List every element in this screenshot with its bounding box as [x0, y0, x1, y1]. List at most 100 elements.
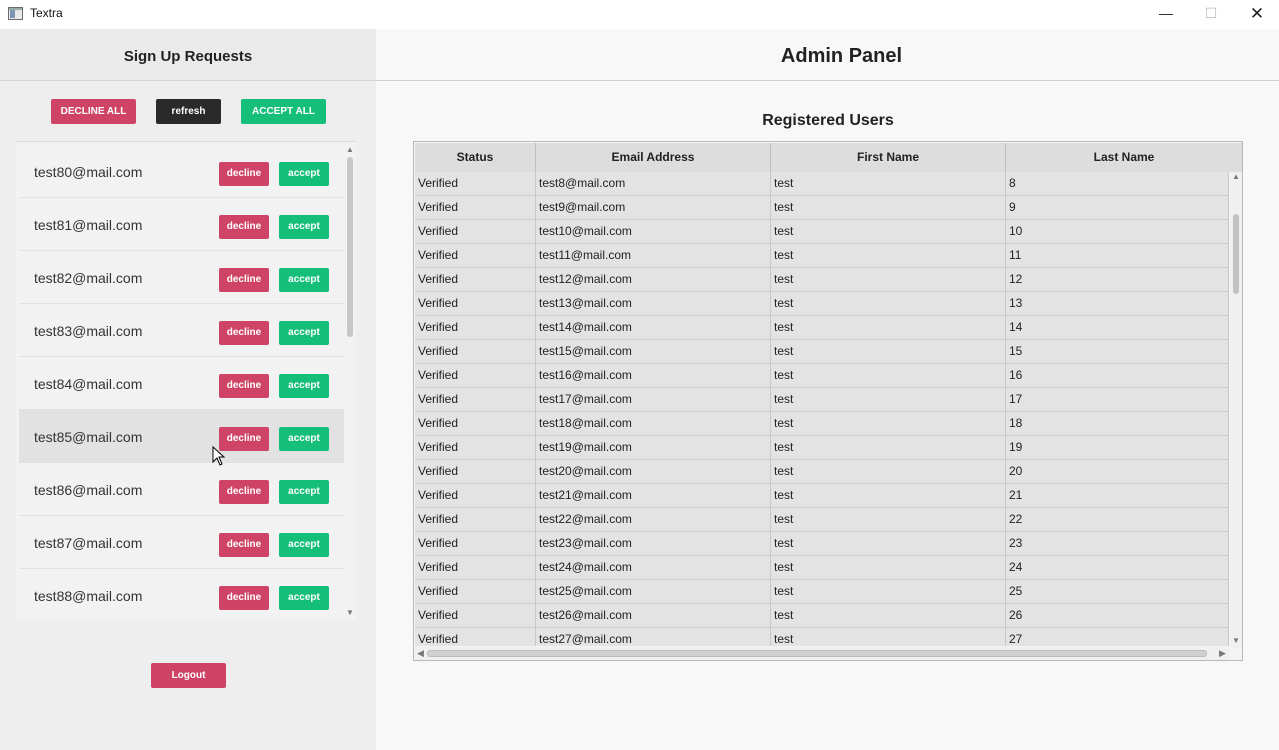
cell-email: test11@mail.com: [536, 244, 771, 268]
cell-status: Verified: [415, 316, 536, 340]
decline-button[interactable]: decline: [219, 427, 269, 451]
section-title: Registered Users: [762, 112, 894, 129]
cell-email: test24@mail.com: [536, 556, 771, 580]
cell-status: Verified: [415, 484, 536, 508]
cell-status: Verified: [415, 268, 536, 292]
cell-first-name: test: [771, 268, 1006, 292]
cell-status: Verified: [415, 436, 536, 460]
table-row[interactable]: Verified test22@mail.com test 22: [415, 508, 1229, 532]
column-header-status[interactable]: Status: [415, 143, 536, 172]
request-row[interactable]: test85@mail.com decline accept: [19, 410, 344, 463]
scrollbar-thumb[interactable]: [1233, 214, 1239, 294]
table-row[interactable]: Verified test27@mail.com test 27: [415, 628, 1229, 646]
scrollbar-thumb[interactable]: [347, 157, 353, 337]
accept-all-button[interactable]: ACCEPT ALL: [241, 99, 326, 124]
accept-button[interactable]: accept: [279, 268, 329, 292]
cell-email: test25@mail.com: [536, 580, 771, 604]
request-row[interactable]: test84@mail.com decline accept: [19, 357, 344, 410]
column-header-email[interactable]: Email Address: [536, 143, 771, 172]
column-header-last-name[interactable]: Last Name: [1006, 143, 1242, 172]
scroll-up-icon[interactable]: ▲: [345, 145, 355, 154]
accept-button[interactable]: accept: [279, 321, 329, 345]
accept-button[interactable]: accept: [279, 427, 329, 451]
cell-email: test26@mail.com: [536, 604, 771, 628]
accept-button[interactable]: accept: [279, 374, 329, 398]
table-row[interactable]: Verified test11@mail.com test 11: [415, 244, 1229, 268]
cell-first-name: test: [771, 556, 1006, 580]
table-row[interactable]: Verified test19@mail.com test 19: [415, 436, 1229, 460]
page-title: Admin Panel: [780, 45, 903, 67]
cell-first-name: test: [771, 364, 1006, 388]
table-row[interactable]: Verified test23@mail.com test 23: [415, 532, 1229, 556]
cell-last-name: 10: [1006, 220, 1229, 244]
table-vertical-scrollbar[interactable]: ▲ ▼: [1230, 172, 1242, 648]
accept-button[interactable]: accept: [279, 533, 329, 557]
cell-last-name: 11: [1006, 244, 1229, 268]
decline-button[interactable]: decline: [219, 586, 269, 610]
table-row[interactable]: Verified test17@mail.com test 17: [415, 388, 1229, 412]
table-row[interactable]: Verified test8@mail.com test 8: [415, 172, 1229, 196]
table-row[interactable]: Verified test13@mail.com test 13: [415, 292, 1229, 316]
scroll-left-icon[interactable]: ◀: [417, 647, 424, 660]
cell-status: Verified: [415, 292, 536, 316]
cell-last-name: 19: [1006, 436, 1229, 460]
table-row[interactable]: Verified test9@mail.com test 9: [415, 196, 1229, 220]
cell-last-name: 24: [1006, 556, 1229, 580]
decline-button[interactable]: decline: [219, 268, 269, 292]
cell-first-name: test: [771, 628, 1006, 646]
request-row[interactable]: test80@mail.com decline accept: [19, 145, 344, 198]
cell-email: test27@mail.com: [536, 628, 771, 646]
accept-button[interactable]: accept: [279, 215, 329, 239]
decline-button[interactable]: decline: [219, 480, 269, 504]
decline-button[interactable]: decline: [219, 533, 269, 557]
table-row[interactable]: Verified test25@mail.com test 25: [415, 580, 1229, 604]
decline-button[interactable]: decline: [219, 162, 269, 186]
scroll-right-icon[interactable]: ▶: [1219, 647, 1226, 660]
cell-first-name: test: [771, 460, 1006, 484]
decline-button[interactable]: decline: [219, 215, 269, 239]
request-row[interactable]: test83@mail.com decline accept: [19, 304, 344, 357]
window-title: Textra: [30, 6, 63, 20]
table-row[interactable]: Verified test20@mail.com test 20: [415, 460, 1229, 484]
scroll-up-icon[interactable]: ▲: [1230, 172, 1242, 181]
accept-button[interactable]: accept: [279, 480, 329, 504]
request-row[interactable]: test81@mail.com decline accept: [19, 198, 344, 251]
table-horizontal-scrollbar[interactable]: ◀ ▶: [415, 647, 1230, 660]
close-button[interactable]: ✕: [1234, 0, 1279, 29]
app-icon: [8, 7, 23, 20]
logout-button[interactable]: Logout: [151, 663, 226, 688]
column-header-first-name[interactable]: First Name: [771, 143, 1006, 172]
table-row[interactable]: Verified test10@mail.com test 10: [415, 220, 1229, 244]
table-row[interactable]: Verified test26@mail.com test 26: [415, 604, 1229, 628]
cell-status: Verified: [415, 556, 536, 580]
request-row[interactable]: test82@mail.com decline accept: [19, 251, 344, 304]
maximize-button[interactable]: ☐: [1188, 0, 1234, 29]
table-header: Status Email Address First Name Last Nam…: [415, 143, 1242, 172]
accept-button[interactable]: accept: [279, 586, 329, 610]
table-row[interactable]: Verified test21@mail.com test 21: [415, 484, 1229, 508]
main-panel: Admin Panel Registered Users Status Emai…: [376, 29, 1279, 750]
request-row[interactable]: test86@mail.com decline accept: [19, 463, 344, 516]
request-row[interactable]: test88@mail.com decline accept: [19, 569, 344, 621]
refresh-button[interactable]: refresh: [156, 99, 221, 124]
cell-status: Verified: [415, 172, 536, 196]
cell-email: test13@mail.com: [536, 292, 771, 316]
table-row[interactable]: Verified test18@mail.com test 18: [415, 412, 1229, 436]
table-row[interactable]: Verified test14@mail.com test 14: [415, 316, 1229, 340]
scroll-down-icon[interactable]: ▼: [1230, 636, 1242, 645]
decline-button[interactable]: decline: [219, 321, 269, 345]
decline-button[interactable]: decline: [219, 374, 269, 398]
decline-all-button[interactable]: DECLINE ALL: [51, 99, 136, 124]
accept-button[interactable]: accept: [279, 162, 329, 186]
request-list-scrollbar[interactable]: ▲ ▼: [345, 145, 355, 619]
minimize-button[interactable]: —: [1143, 0, 1189, 29]
table-row[interactable]: Verified test12@mail.com test 12: [415, 268, 1229, 292]
table-row[interactable]: Verified test16@mail.com test 16: [415, 364, 1229, 388]
scroll-down-icon[interactable]: ▼: [345, 608, 355, 617]
scrollbar-thumb[interactable]: [427, 650, 1207, 657]
request-row[interactable]: test87@mail.com decline accept: [19, 516, 344, 569]
cell-email: test16@mail.com: [536, 364, 771, 388]
cell-email: test8@mail.com: [536, 172, 771, 196]
table-row[interactable]: Verified test15@mail.com test 15: [415, 340, 1229, 364]
table-row[interactable]: Verified test24@mail.com test 24: [415, 556, 1229, 580]
